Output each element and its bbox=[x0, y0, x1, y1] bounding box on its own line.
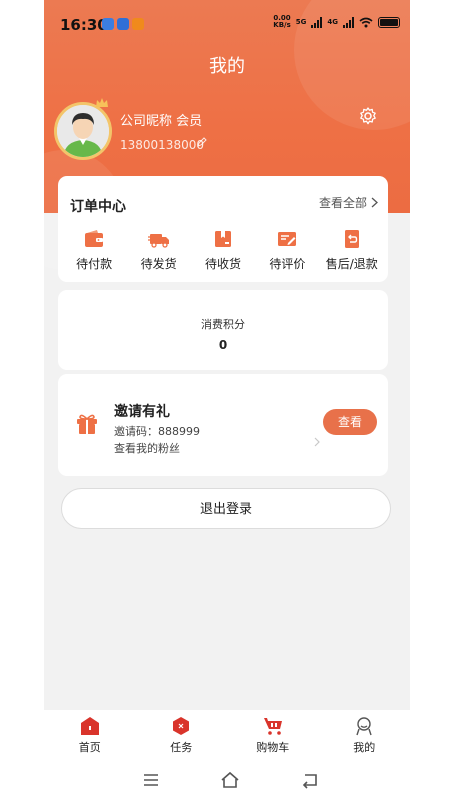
order-pending-review[interactable]: 待评价 bbox=[255, 228, 319, 272]
menu-icon[interactable] bbox=[141, 770, 161, 790]
tab-home[interactable]: 首页 bbox=[55, 716, 125, 755]
wallet-icon bbox=[85, 230, 104, 247]
order-item-label: 售后/退款 bbox=[325, 257, 378, 271]
order-item-label: 待收货 bbox=[204, 257, 241, 271]
invite-code: 邀请码：888999 bbox=[114, 425, 200, 438]
back-icon[interactable] bbox=[300, 770, 320, 790]
order-pending-payment[interactable]: 待付款 bbox=[62, 228, 126, 272]
tab-cart[interactable]: 购物车 bbox=[238, 716, 308, 755]
order-status-list: 待付款 待发货 待收货 待评价 售后/退款 bbox=[58, 228, 388, 272]
message-notification-icon bbox=[117, 18, 129, 30]
page-title: 我的 bbox=[209, 56, 245, 77]
home-icon bbox=[80, 717, 99, 735]
tab-label: 任务 bbox=[170, 741, 193, 754]
tab-label: 首页 bbox=[78, 741, 101, 754]
crown-icon bbox=[96, 98, 108, 107]
app-notification-icon bbox=[102, 18, 114, 30]
cart-icon bbox=[263, 718, 282, 735]
review-icon bbox=[278, 232, 297, 246]
chevron-right-icon bbox=[314, 436, 320, 450]
signal-4g-icon bbox=[343, 16, 354, 28]
truck-icon bbox=[147, 234, 169, 248]
points-label: 消费积分 bbox=[201, 318, 245, 331]
battery-icon bbox=[378, 16, 400, 28]
home-nav-icon[interactable] bbox=[220, 770, 240, 790]
points-value: 0 bbox=[218, 338, 228, 352]
invite-card: 邀请有礼 邀请码：888999 查看我的粉丝 查看 bbox=[58, 374, 388, 476]
app-frame: 16:30 0.00 KB/s 5G 4G 我的 公司昵称 会员 1380013… bbox=[44, 0, 410, 800]
net-speed-unit: KB/s bbox=[273, 21, 291, 29]
order-item-label: 待评价 bbox=[269, 257, 306, 271]
refund-icon bbox=[344, 230, 359, 248]
settings-gear-icon[interactable] bbox=[358, 106, 378, 126]
shop-notification-icon bbox=[132, 18, 144, 30]
notification-icons bbox=[102, 18, 144, 30]
tab-label: 购物车 bbox=[256, 741, 290, 754]
tab-profile[interactable]: 我的 bbox=[329, 716, 399, 755]
order-item-label: 待付款 bbox=[76, 257, 113, 271]
avatar-person-icon bbox=[57, 105, 109, 157]
gift-icon bbox=[77, 414, 97, 434]
status-right: 0.00 KB/s 5G 4G bbox=[273, 15, 400, 29]
tab-label: 我的 bbox=[353, 741, 376, 754]
net-speed: 0.00 KB/s bbox=[273, 15, 290, 29]
box-icon bbox=[214, 231, 231, 247]
view-fans-link[interactable]: 查看我的粉丝 bbox=[114, 440, 180, 456]
points-card[interactable]: 消费积分 0 bbox=[58, 290, 388, 370]
order-pending-shipment[interactable]: 待发货 bbox=[127, 228, 191, 272]
edit-icon[interactable] bbox=[196, 136, 208, 148]
phone-number: 13800138000 bbox=[120, 138, 204, 152]
phone-screen: 16:30 0.00 KB/s 5G 4G 我的 公司昵称 会员 1380013… bbox=[0, 0, 449, 800]
view-all-label: 查看全部 bbox=[318, 196, 367, 210]
task-icon bbox=[173, 717, 190, 735]
order-pending-receipt[interactable]: 待收货 bbox=[191, 228, 255, 272]
bottom-tab-bar: 首页 任务 购物车 我的 bbox=[44, 710, 410, 760]
view-all-orders-link[interactable]: 查看全部 bbox=[319, 194, 378, 211]
net-4g-label: 4G bbox=[327, 18, 338, 26]
tab-task[interactable]: 任务 bbox=[146, 716, 216, 755]
profile-icon bbox=[356, 717, 372, 736]
system-navigation-bar bbox=[0, 760, 449, 800]
order-item-label: 待发货 bbox=[140, 257, 177, 271]
status-time: 16:30 bbox=[60, 16, 108, 34]
order-center-title: 订单中心 bbox=[70, 199, 126, 215]
net-5g-label: 5G bbox=[295, 18, 307, 26]
wifi-icon bbox=[359, 17, 373, 27]
nickname: 公司昵称 会员 bbox=[120, 114, 203, 129]
chevron-right-icon bbox=[371, 197, 378, 208]
order-after-sales[interactable]: 售后/退款 bbox=[320, 228, 384, 272]
avatar[interactable] bbox=[54, 102, 112, 160]
status-bar: 16:30 0.00 KB/s 5G 4G bbox=[44, 0, 410, 44]
invite-title: 邀请有礼 bbox=[114, 404, 170, 420]
logout-button[interactable]: 退出登录 bbox=[61, 488, 391, 529]
signal-5g-icon bbox=[311, 16, 323, 28]
order-center-card: 订单中心 查看全部 待付款 待发货 待收货 待评价 售后/退款 bbox=[58, 176, 388, 282]
invite-view-button[interactable]: 查看 bbox=[323, 409, 377, 435]
